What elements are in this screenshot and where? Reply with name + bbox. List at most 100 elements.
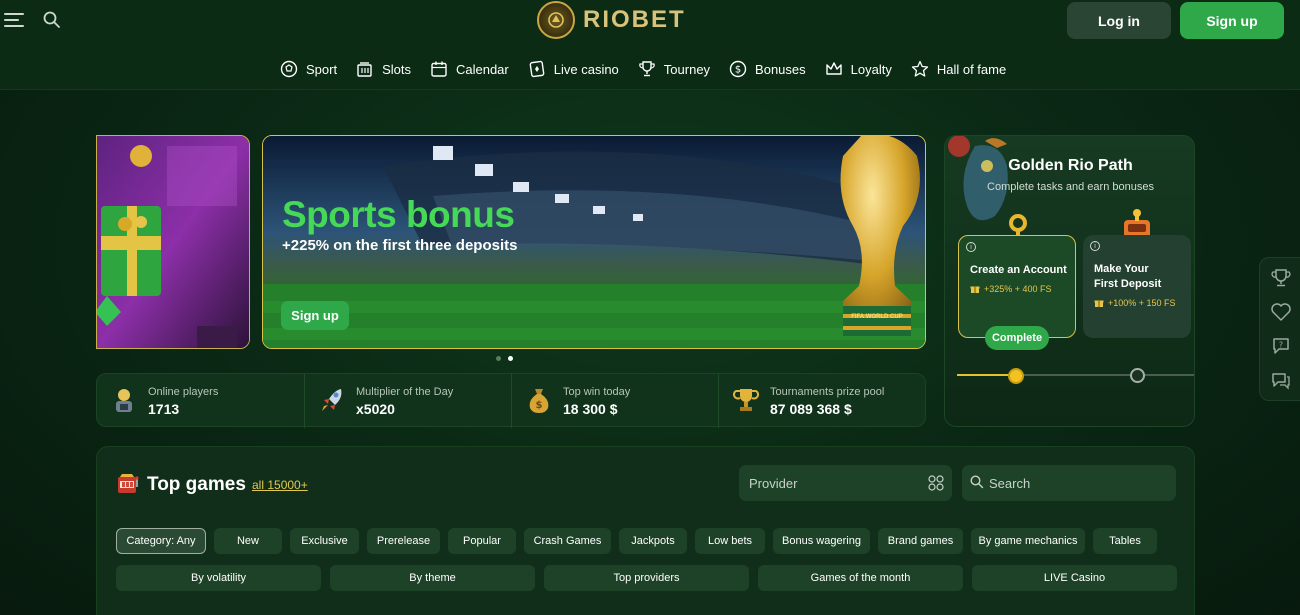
nav-item-calendar[interactable]: Calendar — [430, 60, 509, 78]
trophy-icon — [639, 61, 655, 77]
search-icon[interactable] — [43, 11, 61, 29]
previous-banner-slide[interactable] — [96, 135, 250, 349]
task-first-deposit[interactable]: i Make Your First Deposit +100% + 150 FS — [1083, 235, 1191, 338]
filter-top-providers[interactable]: Top providers — [544, 565, 749, 591]
chip-exclusive[interactable]: Exclusive — [290, 528, 359, 554]
task-title: Make Your First Deposit — [1094, 263, 1162, 290]
task-reward: +100% + 150 FS — [1094, 298, 1176, 308]
carousel-dot-active[interactable] — [508, 356, 513, 361]
rio-path-subtitle: Complete tasks and earn bonuses — [987, 181, 1154, 193]
heart-icon[interactable] — [1270, 301, 1292, 323]
chip-bonus-wagering[interactable]: Bonus wagering — [773, 528, 870, 554]
main-nav: Sport Slots Calendar Live casino Tourney… — [280, 56, 1025, 82]
top-games-title: Top games — [147, 474, 246, 495]
banner-signup-button[interactable]: Sign up — [281, 301, 349, 330]
nav-label: Loyalty — [850, 61, 892, 77]
live-casino-icon — [529, 60, 545, 78]
filter-by-theme[interactable]: By theme — [330, 565, 535, 591]
banner-title: Sports bonus — [282, 194, 515, 235]
gift-icon — [970, 286, 980, 293]
chip-brand-games[interactable]: Brand games — [878, 528, 963, 554]
header: RIOBET Log in Sign up Sport Slots Calend… — [0, 0, 1300, 90]
login-button[interactable]: Log in — [1067, 2, 1171, 39]
ball-icon — [280, 60, 298, 78]
chip-jackpots[interactable]: Jackpots — [619, 528, 687, 554]
chip-category-any[interactable]: Category: Any — [116, 528, 206, 554]
calendar-icon — [431, 61, 447, 77]
filter-games-of-the-month[interactable]: Games of the month — [758, 565, 963, 591]
nav-label: Hall of fame — [936, 61, 1007, 77]
trophy-icon[interactable] — [1270, 267, 1292, 289]
logo-text: RIOBET — [583, 6, 686, 33]
info-icon[interactable]: i — [966, 242, 976, 252]
stat-multiplier: Multiplier of the Day x5020 — [304, 374, 511, 428]
chip-low-bets[interactable]: Low bets — [695, 528, 765, 554]
filter-live-casino[interactable]: LIVE Casino — [972, 565, 1177, 591]
nav-item-tourney[interactable]: Tourney — [638, 60, 710, 78]
logo-emblem-icon — [537, 1, 575, 39]
golden-rio-path-panel: Golden Rio Path Complete tasks and earn … — [944, 135, 1195, 427]
stat-prize-pool: Tournaments prize pool 87 089 368 $ — [718, 374, 925, 428]
chip-tables[interactable]: Tables — [1093, 528, 1157, 554]
nav-label: Live casino — [553, 61, 619, 77]
nav-label: Tourney — [663, 61, 711, 77]
logo[interactable]: RIOBET — [537, 0, 686, 40]
carousel-dot[interactable] — [496, 356, 501, 361]
game-search-input[interactable] — [989, 473, 1169, 493]
nav-item-loyalty[interactable]: Loyalty — [825, 60, 892, 78]
chip-by-game-mechanics[interactable]: By game mechanics — [971, 528, 1085, 554]
complete-button[interactable]: Complete — [985, 326, 1049, 350]
slots-banner-illustration — [97, 136, 249, 348]
filter-by-volatility[interactable]: By volatility — [116, 565, 321, 591]
progress-track — [957, 374, 1194, 376]
provider-label: Provider — [749, 476, 798, 491]
grid-icon — [928, 475, 944, 491]
stats-bar: Online players 1713 Multiplier of the Da… — [96, 373, 926, 428]
category-chips: Category: Any New Exclusive Prerelease P… — [116, 528, 1181, 554]
menu-icon[interactable] — [4, 12, 24, 28]
game-search-box — [962, 465, 1176, 501]
svg-text:?: ? — [1279, 341, 1283, 350]
slot-machine-icon — [357, 62, 372, 77]
chip-popular[interactable]: Popular — [448, 528, 516, 554]
nav-item-sport[interactable]: Sport — [280, 60, 337, 78]
carousel-dots — [496, 356, 513, 361]
sports-bonus-banner[interactable]: Sports bonus +225% on the first three de… — [262, 135, 926, 349]
stat-online-players: Online players 1713 — [97, 374, 304, 428]
nav-item-slots[interactable]: Slots — [356, 60, 411, 78]
info-icon[interactable]: i — [1090, 241, 1100, 251]
all-games-link[interactable]: all 15000+ — [252, 478, 308, 492]
chat-help-icon[interactable]: ? — [1270, 335, 1292, 357]
filter-buttons: By volatility By theme Top providers Gam… — [116, 565, 1177, 591]
chip-new[interactable]: New — [214, 528, 282, 554]
rio-path-title: Golden Rio Path — [1008, 157, 1133, 174]
provider-select[interactable]: Provider — [739, 465, 952, 501]
nav-item-bonuses[interactable]: $ Bonuses — [729, 60, 806, 78]
task-reward: +325% + 400 FS — [970, 284, 1052, 294]
nav-label: Slots — [382, 61, 411, 77]
crown-icon — [825, 62, 842, 75]
player-icon — [116, 389, 132, 412]
rocket-icon — [322, 389, 342, 411]
coin-icon: $ — [729, 60, 747, 78]
chip-crash-games[interactable]: Crash Games — [524, 528, 611, 554]
nav-item-hall-of-fame[interactable]: Hall of fame — [911, 60, 1006, 78]
progress-current-step — [1008, 368, 1024, 384]
money-bag-icon: $ — [529, 389, 549, 413]
trophy-icon — [733, 389, 759, 411]
support-chat-icon[interactable] — [1270, 369, 1292, 391]
stat-top-win: $ Top win today 18 300 $ — [511, 374, 718, 428]
task-create-account[interactable]: i Create an Account +325% + 400 FS — [958, 235, 1076, 338]
signup-button[interactable]: Sign up — [1180, 2, 1284, 39]
gift-icon — [1094, 300, 1104, 307]
chip-prerelease[interactable]: Prerelease — [367, 528, 440, 554]
nav-label: Sport — [306, 61, 338, 77]
svg-text:$: $ — [735, 65, 741, 76]
slot-machine-icon — [118, 474, 139, 493]
svg-text:$: $ — [536, 400, 543, 411]
nav-label: Bonuses — [755, 61, 806, 77]
progress-next-step — [1130, 368, 1145, 383]
nav-label: Calendar — [455, 61, 509, 77]
banner-subtitle: +225% on the first three deposits — [282, 237, 518, 254]
nav-item-live-casino[interactable]: Live casino — [528, 60, 619, 78]
